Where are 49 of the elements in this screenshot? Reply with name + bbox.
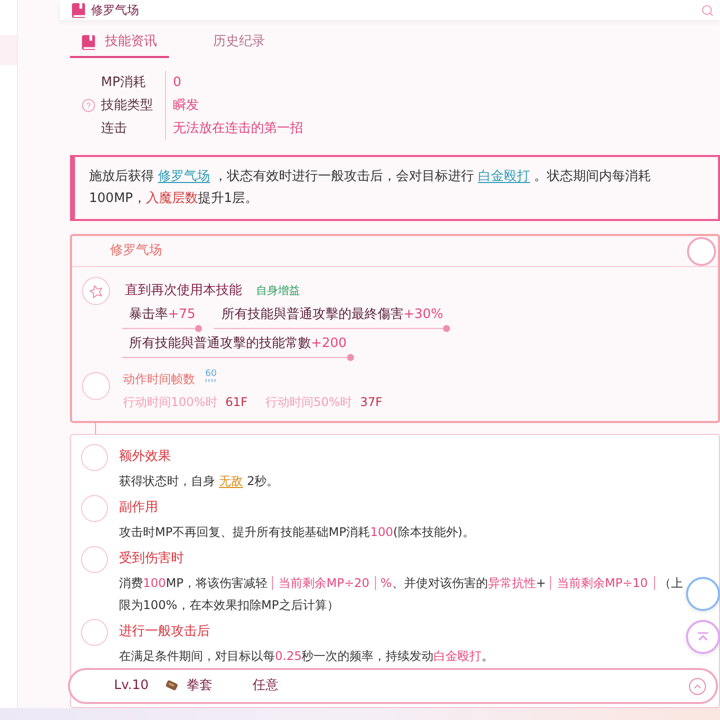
frame-label: 行动时间100%时 xyxy=(123,394,218,411)
fps-value: 60 xyxy=(205,369,217,379)
help-icon[interactable] xyxy=(82,99,95,112)
frame-label: 行动时间50%时 xyxy=(265,394,352,411)
page-title: 修罗气场 xyxy=(91,3,139,17)
combo-text: 任意 xyxy=(252,677,279,696)
ring-icon xyxy=(82,372,110,400)
description-text: 施放后获得 修罗气场 ，状态有效时进行一般攻击后，会对目标进行 白金殴打 。状态期间内每消耗100MP，入魔层数提升1层。 xyxy=(89,168,652,208)
stat-text: 暴击率+75 xyxy=(128,306,196,324)
frame-value: 61F xyxy=(225,394,248,411)
ring-icon xyxy=(81,444,108,471)
effect-title: 进行一般攻击后 xyxy=(119,623,211,641)
effect-text: 攻击时MP不再回复、提升所有技能基础MP消耗100(除本技能外)。 xyxy=(119,524,474,541)
skill-link[interactable]: 白金殴打 xyxy=(478,169,530,184)
ring-icon xyxy=(81,546,108,573)
skill-link[interactable]: 修罗气场 xyxy=(158,169,210,184)
info-label: MP消耗 xyxy=(101,74,146,92)
status-link[interactable]: 无敌 xyxy=(219,474,243,488)
ring-icon xyxy=(81,619,108,646)
book-icon xyxy=(72,2,85,18)
effect-text: 在满足条件期间，对目标以每0.25秒一次的频率，持续发动白金殴打。 xyxy=(119,648,494,665)
frame-value: 37F xyxy=(360,394,382,411)
buff-title: 修罗气场 xyxy=(110,242,162,260)
effect-title: 副作用 xyxy=(119,499,159,517)
info-label: 技能类型 xyxy=(101,96,153,115)
info-value: 瞬发 xyxy=(173,96,199,115)
info-label: 连击 xyxy=(101,120,127,138)
effect-title: 受到伤害时 xyxy=(119,550,185,568)
stat-text: 所有技能與普通攻擊的技能常數+200 xyxy=(128,334,348,353)
search-icon[interactable] xyxy=(701,4,714,16)
chevron-up-icon[interactable] xyxy=(689,678,706,694)
duration-text: 直到再次使用本技能 xyxy=(125,282,242,300)
buff-tag: 自身增益 xyxy=(256,282,300,300)
stat-text: 所有技能與普通攻擊的最終傷害+30% xyxy=(220,306,444,324)
glove-icon xyxy=(164,680,179,692)
ring-icon xyxy=(81,495,108,522)
ring-icon xyxy=(687,236,716,266)
effect-title: 额外效果 xyxy=(119,448,172,466)
info-value: 0 xyxy=(173,74,182,92)
info-value: 无法放在连击的第一招 xyxy=(173,120,303,138)
bars-icon xyxy=(205,379,217,382)
book-icon xyxy=(82,34,95,50)
scroll-top-icon xyxy=(697,632,709,642)
skill-level: Lv.10 xyxy=(114,677,149,696)
tab[interactable]: 技能资讯 xyxy=(70,28,169,58)
frames-title: 动作时间帧数 xyxy=(123,371,195,388)
effect-text: 获得状态时，自身 无敌 2秒。 xyxy=(119,473,279,490)
tab[interactable]: 历史纪录 xyxy=(201,28,277,58)
weapon-text: 拳套 xyxy=(186,677,213,696)
